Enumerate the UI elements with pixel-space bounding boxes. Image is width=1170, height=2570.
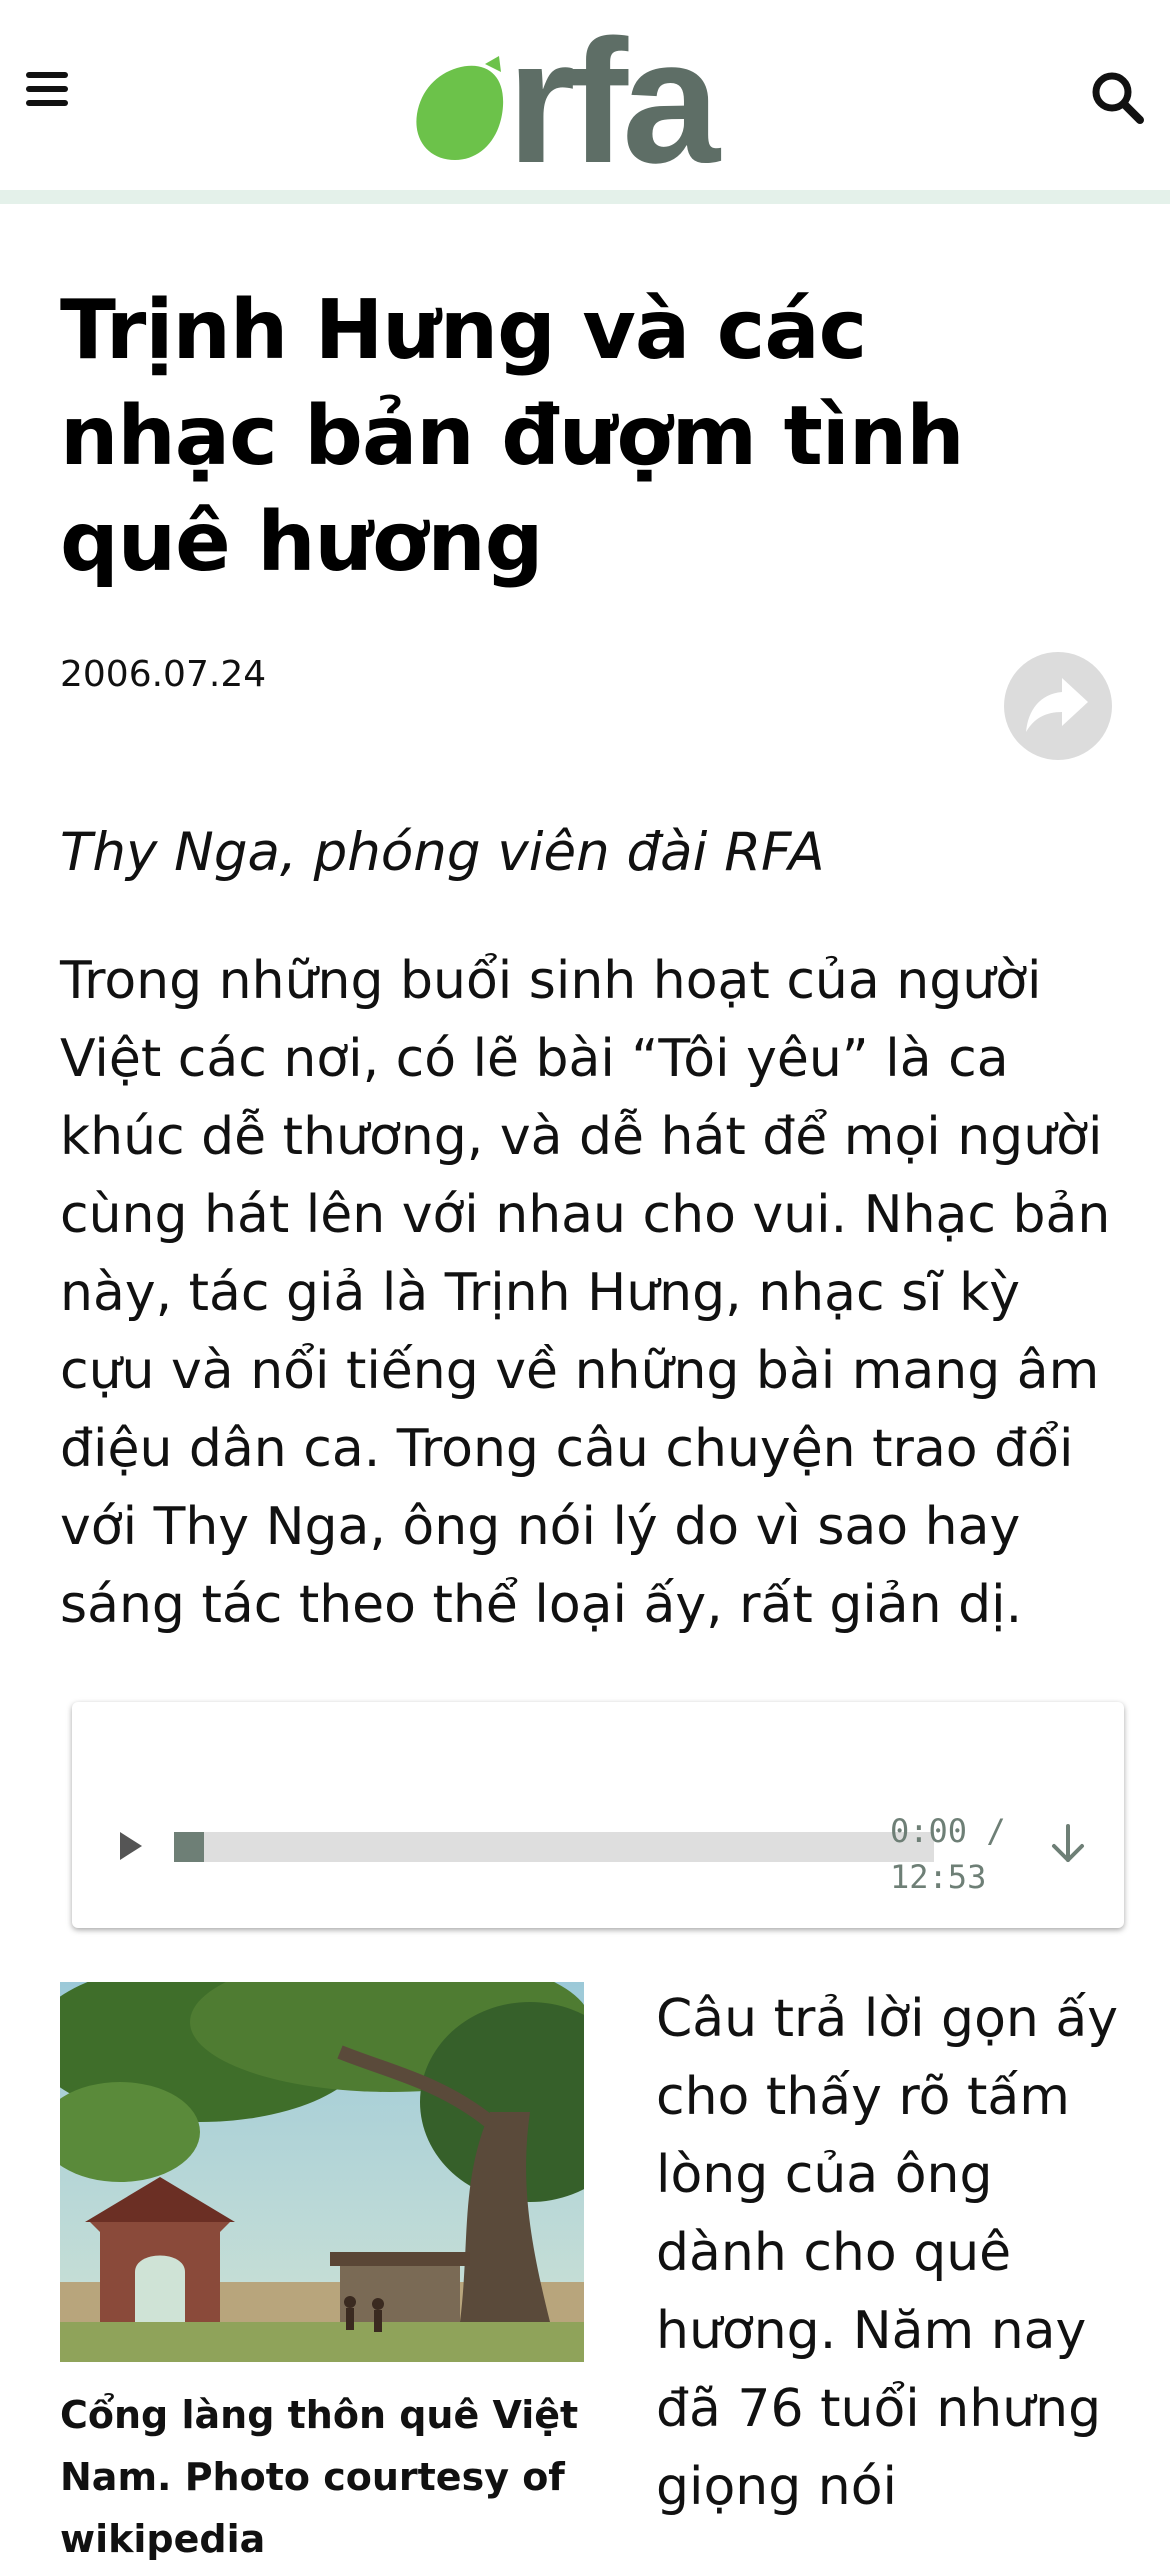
download-arrow-icon	[1052, 1824, 1084, 1862]
header-divider	[0, 190, 1170, 204]
article-byline: Thy Nga, phóng viên đài RFA	[60, 822, 825, 883]
article-title: Trịnh Hưng và các nhạc bản đượm tình quê…	[60, 283, 965, 590]
audio-player: 0:00 / 12:53	[72, 1702, 1124, 1928]
search-icon[interactable]	[1090, 70, 1146, 126]
hamburger-menu-icon[interactable]	[26, 72, 70, 116]
photo-caption: Cổng làng thôn quê Việt Nam. Photo court…	[60, 2393, 579, 2561]
download-button[interactable]	[1048, 1822, 1088, 1866]
article-body-paragraph: Câu trả lời gọn ấy cho thấy rõ tấm lòng …	[656, 1989, 1119, 2517]
share-button[interactable]	[1004, 652, 1112, 760]
audio-progress-bar[interactable]	[174, 1832, 934, 1862]
article-date: 2006.07.24	[60, 654, 267, 695]
rfa-logo[interactable]: rfa	[415, 4, 755, 200]
site-header: rfa	[0, 0, 1170, 200]
audio-progress-fill	[174, 1832, 204, 1862]
audio-current-time: 0:00	[890, 1812, 968, 1850]
rfa-logo-mark: rfa	[416, 4, 727, 200]
audio-duration: 12:53	[890, 1858, 987, 1896]
logo-text: rfa	[507, 20, 721, 170]
audio-time: 0:00 / 12:53	[890, 1808, 1030, 1900]
share-arrow-icon	[1026, 678, 1088, 732]
play-button[interactable]	[112, 1828, 148, 1864]
audio-time-separator: /	[986, 1812, 1006, 1850]
village-gate-photo[interactable]	[60, 1982, 584, 2362]
play-icon	[120, 1832, 142, 1860]
article-lead-paragraph: Trong những buổi sinh hoạt của người Việ…	[60, 951, 1111, 1635]
